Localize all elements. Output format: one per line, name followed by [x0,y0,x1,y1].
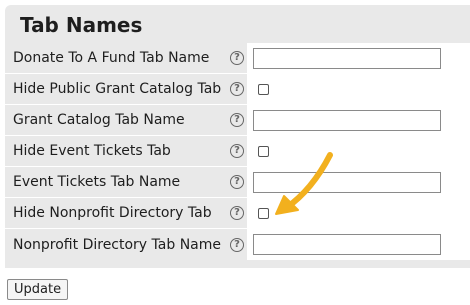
setting-row-event-tickets-tab-name: Event Tickets Tab Name ? [5,167,470,198]
setting-row-hide-event-tickets-tab: Hide Event Tickets Tab ? [5,136,470,167]
question-circle-icon[interactable]: ? [230,175,244,189]
grant-catalog-tab-name-input[interactable] [253,109,441,131]
event-tickets-tab-name-input[interactable] [253,171,441,193]
settings-table: Donate To A Fund Tab Name ? Hide Public … [5,43,470,260]
hide-public-grant-catalog-tab-checkbox[interactable] [258,83,269,95]
setting-label: Grant Catalog Tab Name [13,112,185,128]
setting-label: Nonprofit Directory Tab Name [13,236,221,253]
setting-row-nonprofit-directory-tab-name: Nonprofit Directory Tab Name ? [5,229,470,260]
panel-title: Tab Names [20,13,143,37]
question-circle-icon[interactable]: ? [230,144,244,158]
update-button[interactable]: Update [7,279,69,300]
question-circle-icon[interactable]: ? [230,113,244,127]
setting-row-hide-nonprofit-directory-tab: Hide Nonprofit Directory Tab ? [5,198,470,229]
hide-nonprofit-directory-tab-checkbox[interactable] [258,207,269,219]
setting-label: Hide Event Tickets Tab [13,143,171,159]
setting-label: Hide Nonprofit Directory Tab [13,205,212,221]
question-circle-icon[interactable]: ? [230,237,244,252]
setting-label: Event Tickets Tab Name [13,174,181,190]
nonprofit-directory-tab-name-input[interactable] [253,234,441,255]
setting-row-hide-public-grant-catalog-tab: Hide Public Grant Catalog Tab ? [5,74,470,105]
setting-row-grant-catalog-tab-name: Grant Catalog Tab Name ? [5,105,470,136]
setting-row-donate-to-a-fund-tab-name: Donate To A Fund Tab Name ? [5,43,470,74]
setting-label: Donate To A Fund Tab Name [13,50,210,66]
donate-to-a-fund-tab-name-input[interactable] [253,47,441,69]
setting-label: Hide Public Grant Catalog Tab [13,81,222,97]
question-circle-icon[interactable]: ? [230,51,244,65]
hide-event-tickets-tab-checkbox[interactable] [258,145,269,157]
question-circle-icon[interactable]: ? [230,82,244,96]
question-circle-icon[interactable]: ? [230,206,244,220]
